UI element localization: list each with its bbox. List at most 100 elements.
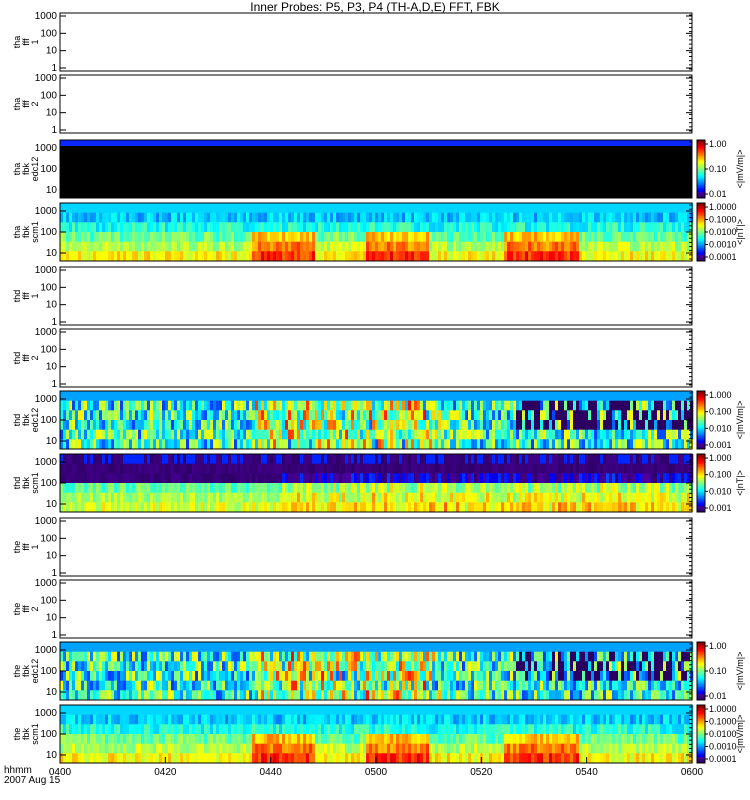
heatmap-cell xyxy=(81,241,85,252)
heatmap-cell xyxy=(339,454,343,464)
heatmap-cell xyxy=(456,420,460,430)
heatmap-cell xyxy=(234,391,238,401)
heatmap-cell xyxy=(198,212,202,223)
heatmap-cell xyxy=(153,651,157,662)
heatmap-cell xyxy=(666,400,670,411)
heatmap-cell xyxy=(360,463,364,474)
heatmap-cell xyxy=(438,251,442,262)
heatmap-cell xyxy=(600,410,604,421)
heatmap-cell xyxy=(345,642,349,652)
heatmap-cell xyxy=(246,232,250,242)
heatmap-cell xyxy=(330,502,334,513)
heatmap-cell xyxy=(306,410,310,421)
heatmap-cell xyxy=(552,483,556,493)
heatmap-cell xyxy=(309,642,313,652)
heatmap-cell xyxy=(660,429,664,440)
heatmap-cell xyxy=(117,690,121,701)
heatmap-cell xyxy=(456,454,460,464)
heatmap-cell xyxy=(204,651,208,662)
heatmap-cell xyxy=(174,483,178,493)
heatmap-cell xyxy=(501,410,505,421)
heatmap-cell xyxy=(495,410,499,421)
heatmap-cell xyxy=(168,400,172,411)
heatmap-cell xyxy=(69,439,73,450)
heatmap-cell xyxy=(546,502,550,513)
heatmap-cell xyxy=(384,203,388,213)
heatmap-cell xyxy=(231,420,235,430)
heatmap-cell xyxy=(177,391,181,401)
heatmap-cell xyxy=(378,439,382,450)
heatmap-cell xyxy=(231,690,235,701)
heatmap-cell xyxy=(657,241,661,252)
heatmap-cell xyxy=(366,203,370,213)
heatmap-cell xyxy=(447,391,451,401)
heatmap-cell xyxy=(627,439,631,450)
y-tick-label: 1000 xyxy=(35,265,58,276)
heatmap-cell xyxy=(204,203,208,213)
heatmap-cell xyxy=(378,473,382,484)
heatmap-cell xyxy=(654,232,658,242)
heatmap-cell xyxy=(225,241,229,252)
heatmap-cell xyxy=(108,420,112,430)
heatmap-cell xyxy=(96,232,100,242)
heatmap-cell xyxy=(579,241,583,252)
heatmap-cell xyxy=(309,492,313,503)
heatmap-cell xyxy=(126,651,130,662)
heatmap-cell xyxy=(390,203,394,213)
heatmap-cell xyxy=(444,212,448,223)
heatmap-cell xyxy=(360,671,364,681)
heatmap-cell xyxy=(357,410,361,421)
heatmap-cell xyxy=(84,492,88,503)
heatmap-cell xyxy=(264,492,268,503)
heatmap-cell xyxy=(147,232,151,242)
heatmap-cell xyxy=(405,463,409,474)
heatmap-cell xyxy=(105,492,109,503)
heatmap-cell xyxy=(387,661,391,672)
heatmap-cell xyxy=(195,251,199,262)
heatmap-cell xyxy=(279,251,283,262)
heatmap-cell xyxy=(297,391,301,401)
heatmap-cell xyxy=(198,642,202,652)
heatmap-cell xyxy=(153,454,157,464)
heatmap-cell xyxy=(177,212,181,223)
heatmap-cell xyxy=(141,212,145,223)
heatmap-cell xyxy=(480,251,484,262)
heatmap-cell xyxy=(225,502,229,513)
heatmap-cell xyxy=(579,222,583,233)
heatmap-cell xyxy=(321,483,325,493)
heatmap-cell xyxy=(273,671,277,681)
heatmap-cell xyxy=(429,232,433,242)
heatmap-cell xyxy=(333,661,337,672)
heatmap-cell xyxy=(219,251,223,262)
heatmap-cell xyxy=(291,680,295,691)
heatmap-cell xyxy=(528,492,532,503)
heatmap-cell xyxy=(438,502,442,513)
heatmap-cell xyxy=(126,429,130,440)
heatmap-cell xyxy=(450,492,454,503)
heatmap-cell xyxy=(585,203,589,213)
heatmap-cell xyxy=(672,473,676,484)
heatmap-cell xyxy=(288,671,292,681)
heatmap-cell xyxy=(375,473,379,484)
heatmap-cell xyxy=(399,454,403,464)
heatmap-cell xyxy=(390,212,394,223)
heatmap-cell xyxy=(183,651,187,662)
heatmap-cell xyxy=(282,429,286,440)
heatmap-cell xyxy=(381,400,385,411)
heatmap-cell xyxy=(144,391,148,401)
heatmap-cell xyxy=(531,439,535,450)
heatmap-cell xyxy=(123,241,127,252)
heatmap-cell xyxy=(537,400,541,411)
heatmap-cell xyxy=(405,439,409,450)
heatmap-cell xyxy=(270,203,274,213)
heatmap-cell xyxy=(120,222,124,233)
heatmap-cell xyxy=(384,690,388,701)
heatmap-cell xyxy=(363,642,367,652)
heatmap-cell xyxy=(330,651,334,662)
heatmap-cell xyxy=(195,502,199,513)
heatmap-cell xyxy=(162,203,166,213)
heatmap-cell xyxy=(240,429,244,440)
heatmap-cell xyxy=(339,203,343,213)
heatmap-cell xyxy=(141,680,145,691)
heatmap-cell xyxy=(675,454,679,464)
